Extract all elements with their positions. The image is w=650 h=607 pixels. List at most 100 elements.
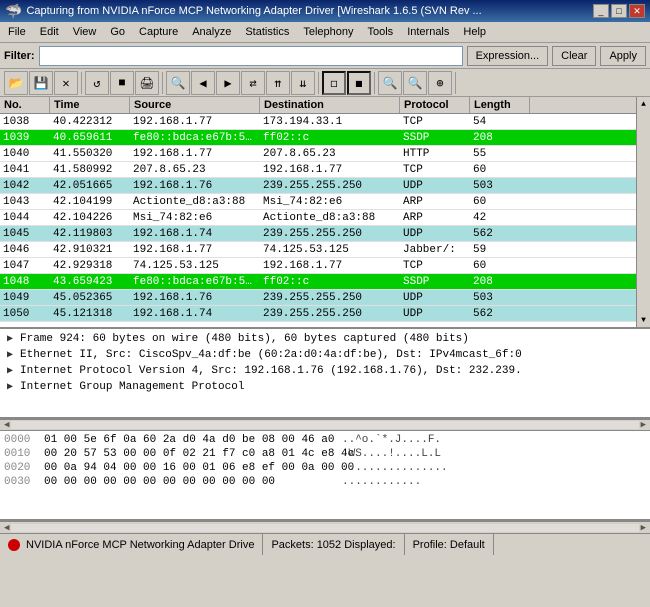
- table-row[interactable]: 105045.121318192.168.1.74239.255.255.250…: [0, 306, 650, 322]
- hscroll-detail[interactable]: ◀ ▶: [0, 419, 650, 431]
- toggle1-button[interactable]: ◻: [322, 71, 346, 95]
- close-cap-button[interactable]: ✕: [54, 71, 78, 95]
- table-cell: 60: [470, 162, 530, 178]
- table-row[interactable]: 104342.104199Actionte_d8:a3:88Msi_74:82:…: [0, 194, 650, 210]
- table-cell: 74.125.53.125: [130, 258, 260, 274]
- table-cell: HTTP: [400, 146, 470, 162]
- hex-bytes: 01 00 5e 6f 0a 60 2a d0 4a d0 be 08 00 4…: [44, 433, 334, 447]
- detail-row[interactable]: ▶Frame 924: 60 bytes on wire (480 bits),…: [4, 331, 646, 347]
- maximize-button[interactable]: □: [611, 4, 627, 18]
- table-cell: 1042: [0, 178, 50, 194]
- adapter-text: NVIDIA nForce MCP Networking Adapter Dri…: [26, 539, 254, 551]
- last-button[interactable]: ⇊: [291, 71, 315, 95]
- col-source[interactable]: Source: [130, 97, 260, 113]
- table-cell: 45.052365: [50, 290, 130, 306]
- table-cell: TCP: [400, 258, 470, 274]
- table-cell: 239.255.255.250: [260, 306, 400, 322]
- col-time[interactable]: Time: [50, 97, 130, 113]
- menu-item-help[interactable]: Help: [457, 24, 492, 40]
- col-proto[interactable]: Protocol: [400, 97, 470, 113]
- back-button[interactable]: ◀: [191, 71, 215, 95]
- hex-bytes: 00 0a 94 04 00 00 16 00 01 06 e8 ef 00 0…: [44, 461, 334, 475]
- table-cell: 42.119803: [50, 226, 130, 242]
- hex-offset: 0010: [4, 447, 36, 461]
- expand-icon[interactable]: ▶: [4, 349, 16, 361]
- minimize-button[interactable]: _: [593, 4, 609, 18]
- table-cell: SSDP: [400, 274, 470, 290]
- expand-icon[interactable]: ▶: [4, 365, 16, 377]
- profile-text: Profile: Default: [413, 539, 485, 551]
- hex-pane: 000001 00 5e 6f 0a 60 2a d0 4a d0 be 08 …: [0, 431, 650, 521]
- table-row[interactable]: 104442.104226Msi_74:82:e6Actionte_d8:a3:…: [0, 210, 650, 226]
- zoom-in-button[interactable]: 🔍: [378, 71, 402, 95]
- clear-button[interactable]: Clear: [552, 46, 596, 66]
- find-button[interactable]: 🔍: [166, 71, 190, 95]
- col-dest[interactable]: Destination: [260, 97, 400, 113]
- save-button[interactable]: 💾: [29, 71, 53, 95]
- table-cell: UDP: [400, 290, 470, 306]
- table-row[interactable]: 104141.580992207.8.65.23192.168.1.77TCP6…: [0, 162, 650, 178]
- table-row[interactable]: 104742.92931874.125.53.125192.168.1.77TC…: [0, 258, 650, 274]
- stop-button[interactable]: ■: [110, 71, 134, 95]
- table-cell: 503: [470, 290, 530, 306]
- toggle2-button[interactable]: ◼: [347, 71, 371, 95]
- table-cell: 1049: [0, 290, 50, 306]
- window-controls[interactable]: _ □ ✕: [593, 4, 645, 18]
- expression-button[interactable]: Expression...: [467, 46, 549, 66]
- open-button[interactable]: 📂: [4, 71, 28, 95]
- hscroll-hex[interactable]: ◀ ▶: [0, 521, 650, 533]
- close-button[interactable]: ✕: [629, 4, 645, 18]
- table-row[interactable]: 104242.051665192.168.1.76239.255.255.250…: [0, 178, 650, 194]
- menu-item-go[interactable]: Go: [104, 24, 131, 40]
- col-len[interactable]: Length: [470, 97, 530, 113]
- menu-item-telephony[interactable]: Telephony: [297, 24, 359, 40]
- menu-item-capture[interactable]: Capture: [133, 24, 184, 40]
- scroll-up[interactable]: ▲: [637, 97, 650, 111]
- table-row[interactable]: 104041.550320192.168.1.77207.8.65.23HTTP…: [0, 146, 650, 162]
- table-cell: 1044: [0, 210, 50, 226]
- table-row[interactable]: 104642.910321192.168.1.7774.125.53.125Ja…: [0, 242, 650, 258]
- menu-item-file[interactable]: File: [2, 24, 32, 40]
- hex-row: 003000 00 00 00 00 00 00 00 00 00 00 00.…: [4, 475, 646, 489]
- table-row[interactable]: 104945.052365192.168.1.76239.255.255.250…: [0, 290, 650, 306]
- menu-item-view[interactable]: View: [67, 24, 103, 40]
- table-cell: 192.168.1.74: [130, 306, 260, 322]
- zoom-reset-button[interactable]: ⊕: [428, 71, 452, 95]
- table-row[interactable]: 104542.119803192.168.1.74239.255.255.250…: [0, 226, 650, 242]
- hex-row: 001000 20 57 53 00 00 0f 02 21 f7 c0 a8 …: [4, 447, 646, 461]
- table-cell: Actionte_d8:a3:88: [260, 210, 400, 226]
- first-button[interactable]: ⇈: [266, 71, 290, 95]
- goto-button[interactable]: ⇄: [241, 71, 265, 95]
- fwd-button[interactable]: ▶: [216, 71, 240, 95]
- menu-item-analyze[interactable]: Analyze: [186, 24, 237, 40]
- table-row[interactable]: 103840.422312192.168.1.77173.194.33.1TCP…: [0, 114, 650, 130]
- menu-item-statistics[interactable]: Statistics: [239, 24, 295, 40]
- apply-button[interactable]: Apply: [600, 46, 646, 66]
- detail-row[interactable]: ▶Ethernet II, Src: CiscoSpv_4a:df:be (60…: [4, 347, 646, 363]
- table-cell: 562: [470, 226, 530, 242]
- expand-icon[interactable]: ▶: [4, 381, 16, 393]
- hex-row: 000001 00 5e 6f 0a 60 2a d0 4a d0 be 08 …: [4, 433, 646, 447]
- table-cell: 43.659423: [50, 274, 130, 290]
- detail-row[interactable]: ▶Internet Protocol Version 4, Src: 192.1…: [4, 363, 646, 379]
- scroll-down[interactable]: ▼: [637, 313, 650, 327]
- menu-item-edit[interactable]: Edit: [34, 24, 65, 40]
- detail-row[interactable]: ▶Internet Group Management Protocol: [4, 379, 646, 395]
- table-cell: 207.8.65.23: [130, 162, 260, 178]
- restart-button[interactable]: ↺: [85, 71, 109, 95]
- table-cell: SSDP: [400, 130, 470, 146]
- vscroll[interactable]: ▲ ▼: [636, 97, 650, 327]
- packet-list: No. Time Source Destination Protocol Len…: [0, 97, 650, 329]
- menu-item-internals[interactable]: Internals: [401, 24, 455, 40]
- print-button[interactable]: 🖨: [135, 71, 159, 95]
- table-row[interactable]: 104843.659423fe80::bdca:e67b:5eb7:!ff02:…: [0, 274, 650, 290]
- filter-input[interactable]: [39, 46, 463, 66]
- expand-icon[interactable]: ▶: [4, 333, 16, 345]
- table-row[interactable]: 103940.659611fe80::bdca:e67b:5eb7:!ff02:…: [0, 130, 650, 146]
- table-cell: 1048: [0, 274, 50, 290]
- zoom-out-button[interactable]: 🔍: [403, 71, 427, 95]
- col-no[interactable]: No.: [0, 97, 50, 113]
- table-cell: 192.168.1.74: [130, 226, 260, 242]
- menu-item-tools[interactable]: Tools: [362, 24, 400, 40]
- table-cell: TCP: [400, 162, 470, 178]
